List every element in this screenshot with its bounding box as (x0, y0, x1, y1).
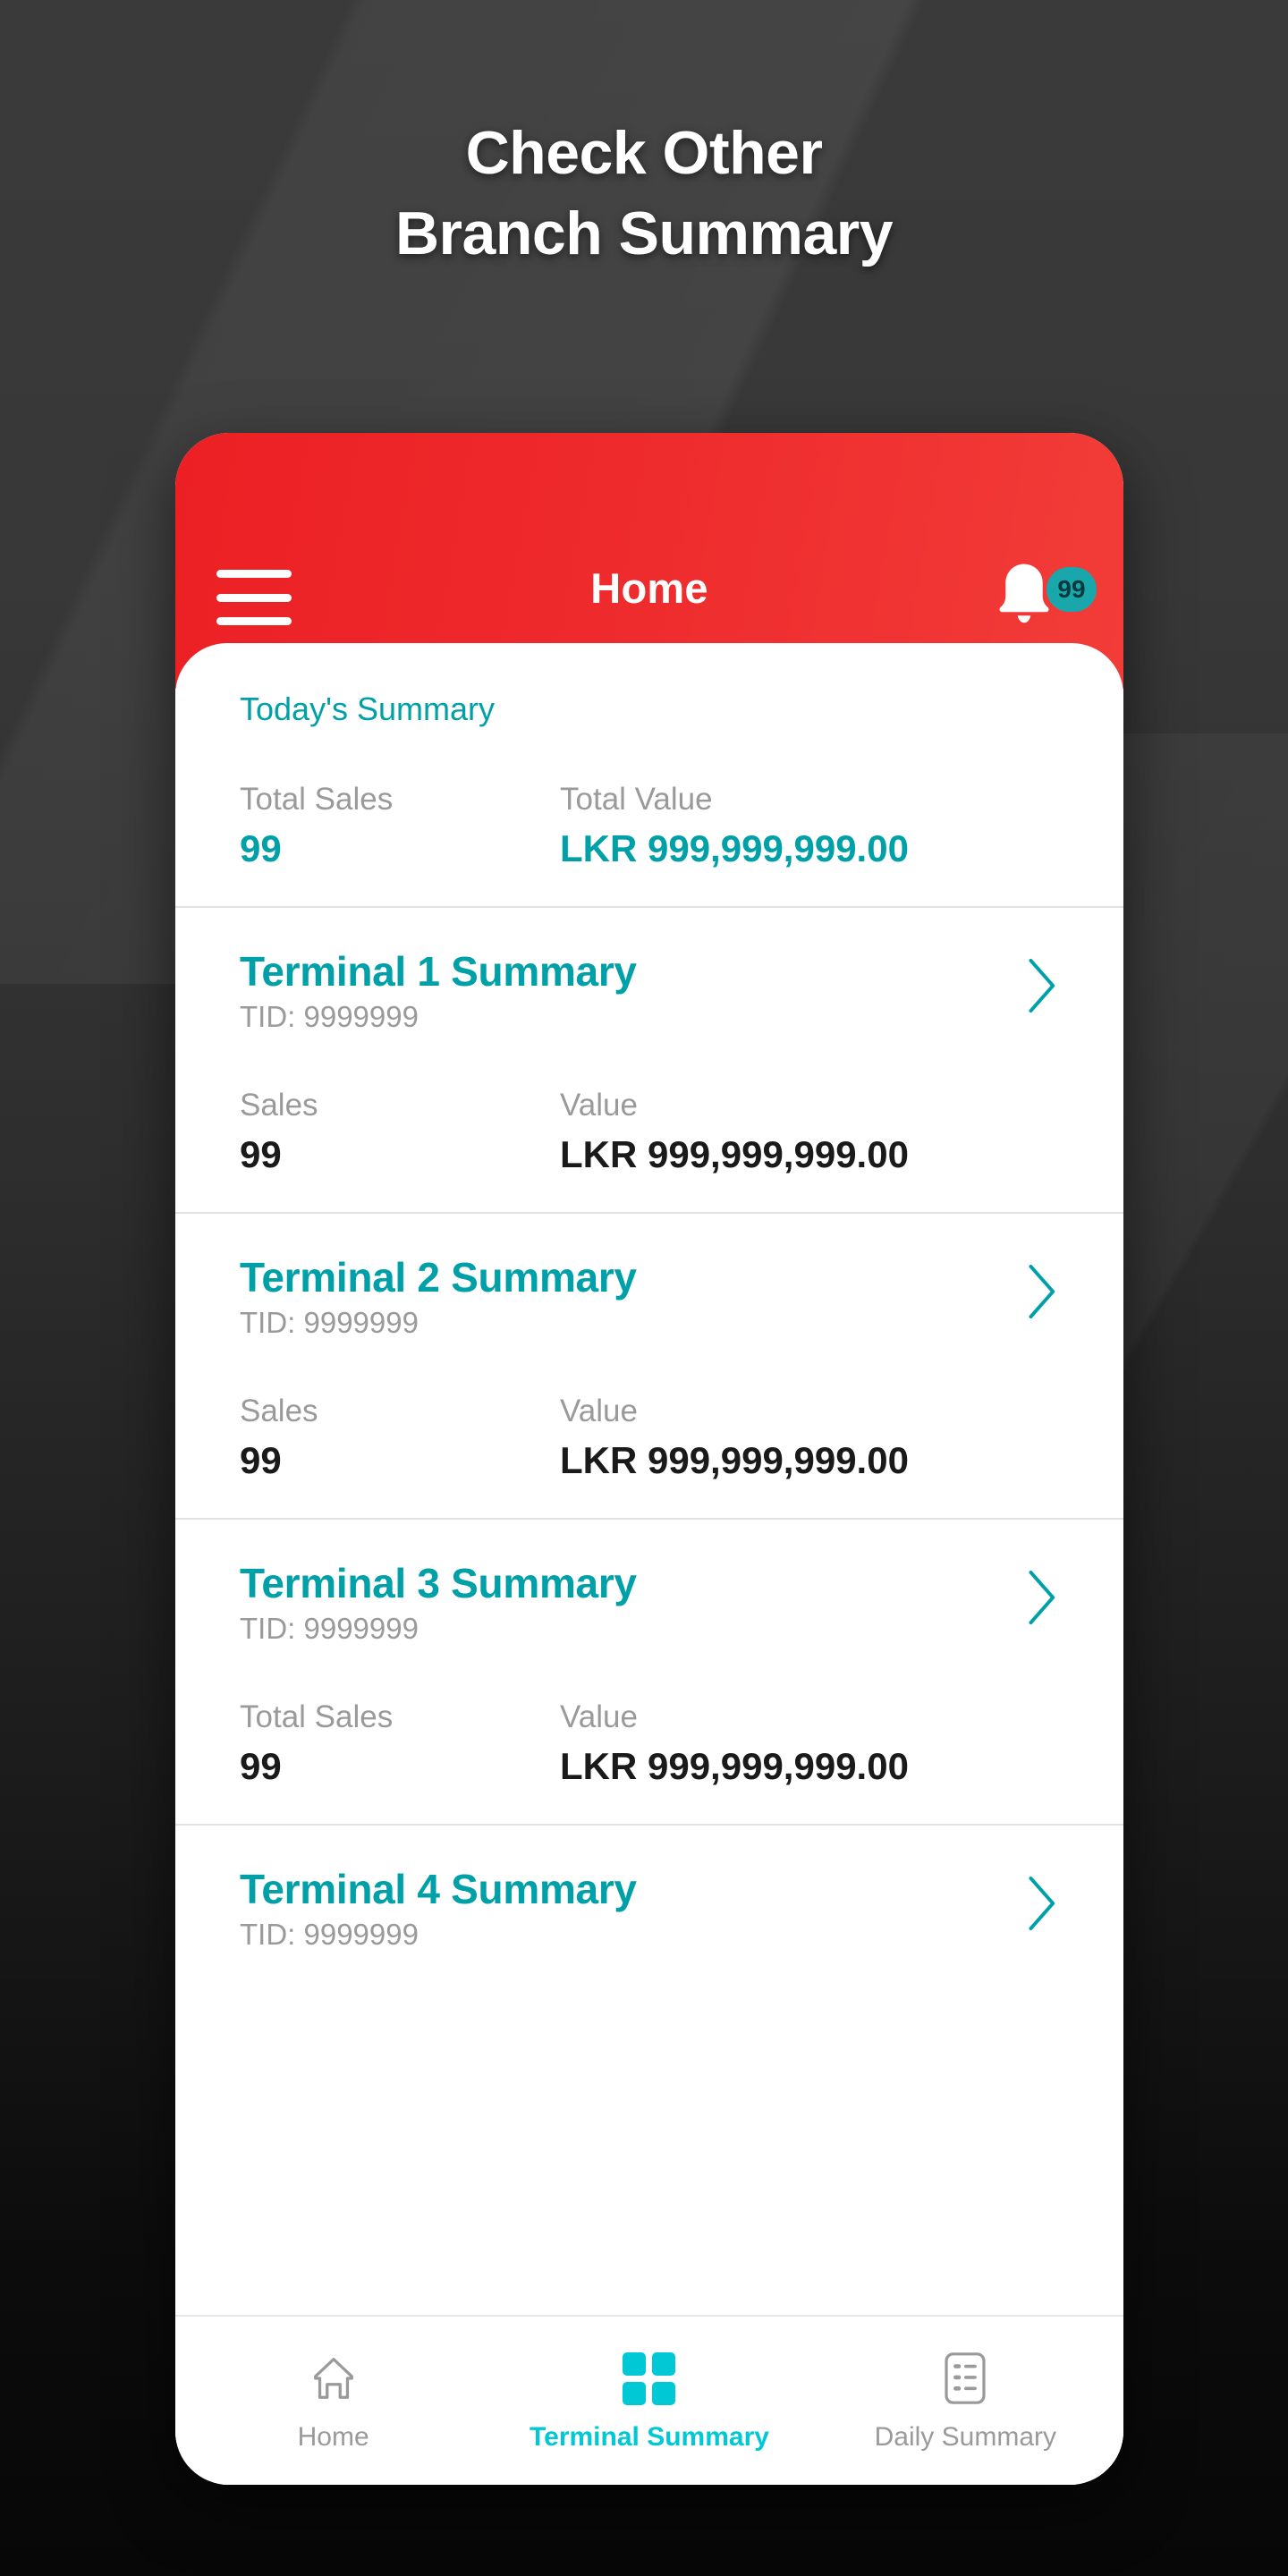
today-summary-title: Today's Summary (240, 691, 495, 727)
list-document-icon (940, 2349, 990, 2408)
terminal-header[interactable]: Terminal 3 Summary TID: 9999999 (240, 1559, 1059, 1646)
chevron-right-icon[interactable] (1023, 1262, 1059, 1321)
terminal-sales-value: 99 (240, 1745, 282, 1787)
home-icon (308, 2349, 360, 2408)
terminal-metrics: Sales 99 Value LKR 999,999,999.00 (240, 1394, 1059, 1482)
terminal-sales: Total Sales 99 (240, 1699, 560, 1788)
chevron-right-icon[interactable] (1023, 956, 1059, 1015)
terminal-sales-label: Sales (240, 1088, 318, 1123)
terminal-row[interactable]: Terminal 4 Summary TID: 9999999 (175, 1826, 1123, 1987)
terminal-metrics: Sales 99 Value LKR 999,999,999.00 (240, 1088, 1059, 1176)
terminal-value: Value LKR 999,999,999.00 (560, 1088, 1059, 1176)
today-total-value-label: Total Value (560, 782, 713, 817)
terminal-sales-label: Sales (240, 1394, 318, 1428)
terminal-name: Terminal 3 Summary (240, 1560, 637, 1606)
today-summary-metrics: Total Sales 99 Total Value LKR 999,999,9… (240, 782, 1059, 870)
terminal-header[interactable]: Terminal 4 Summary TID: 9999999 (240, 1865, 1059, 1952)
nav-label-daily-summary: Daily Summary (874, 2422, 1056, 2452)
nav-label-terminal-summary: Terminal Summary (530, 2422, 769, 2452)
today-total-value: Total Value LKR 999,999,999.00 (560, 782, 1059, 870)
notification-badge: 99 (1046, 567, 1097, 612)
chevron-right-icon[interactable] (1023, 1568, 1059, 1627)
today-total-sales-label: Total Sales (240, 782, 394, 817)
terminal-row[interactable]: Terminal 3 Summary TID: 9999999 Total Sa… (175, 1520, 1123, 1824)
terminal-value: Value LKR 999,999,999.00 (560, 1394, 1059, 1482)
terminal-value-value: LKR 999,999,999.00 (560, 1133, 909, 1175)
terminal-value-label: Value (560, 1394, 638, 1428)
terminal-tid: TID: 9999999 (240, 1612, 419, 1645)
terminal-header[interactable]: Terminal 1 Summary TID: 9999999 (240, 947, 1059, 1034)
terminal-value: Value LKR 999,999,999.00 (560, 1699, 1059, 1788)
promo-headline: Check Other Branch Summary (0, 113, 1288, 275)
nav-label-home: Home (297, 2422, 369, 2452)
terminal-value-label: Value (560, 1088, 638, 1123)
terminal-sales: Sales 99 (240, 1394, 560, 1482)
terminal-tid: TID: 9999999 (240, 1306, 419, 1339)
terminal-sales-value: 99 (240, 1439, 282, 1481)
terminal-value-value: LKR 999,999,999.00 (560, 1745, 909, 1787)
terminal-row[interactable]: Terminal 2 Summary TID: 9999999 Sales 99… (175, 1214, 1123, 1518)
terminal-name: Terminal 4 Summary (240, 1866, 637, 1912)
today-total-value-value: LKR 999,999,999.00 (560, 827, 909, 869)
nav-item-daily-summary[interactable]: Daily Summary (808, 2349, 1123, 2453)
terminal-tid: TID: 9999999 (240, 1918, 419, 1951)
terminal-sales-value: 99 (240, 1133, 282, 1175)
today-total-sales-value: 99 (240, 827, 282, 869)
promo-headline-line1: Check Other (465, 119, 823, 187)
terminal-metrics: Total Sales 99 Value LKR 999,999,999.00 (240, 1699, 1059, 1788)
promo-headline-line2: Branch Summary (394, 199, 894, 268)
terminal-value-value: LKR 999,999,999.00 (560, 1439, 909, 1481)
app-bar-title: Home (590, 564, 708, 612)
terminal-sales-label: Total Sales (240, 1699, 394, 1734)
terminal-sales: Sales 99 (240, 1088, 560, 1176)
notification-bell-icon[interactable]: 99 (989, 558, 1097, 637)
terminal-row[interactable]: Terminal 1 Summary TID: 9999999 Sales 99… (175, 908, 1123, 1212)
nav-item-terminal-summary[interactable]: Terminal Summary (491, 2349, 807, 2453)
content-sheet: Today's Summary Total Sales 99 Total Val… (175, 643, 1123, 2485)
terminal-name: Terminal 1 Summary (240, 948, 637, 995)
bottom-navigation: Home Terminal Summary Daily Summary (175, 2315, 1123, 2485)
terminal-tid: TID: 9999999 (240, 1000, 419, 1033)
terminal-name: Terminal 2 Summary (240, 1254, 637, 1301)
grid-squares-icon (623, 2349, 676, 2408)
today-total-sales: Total Sales 99 (240, 782, 560, 870)
terminal-header[interactable]: Terminal 2 Summary TID: 9999999 (240, 1253, 1059, 1340)
nav-item-home[interactable]: Home (175, 2349, 491, 2453)
chevron-right-icon[interactable] (1023, 1874, 1059, 1933)
terminal-value-label: Value (560, 1699, 638, 1734)
today-summary-section: Today's Summary Total Sales 99 Total Val… (175, 643, 1123, 906)
phone-mockup: Today's Summary Total Sales 99 Total Val… (175, 433, 1123, 2485)
